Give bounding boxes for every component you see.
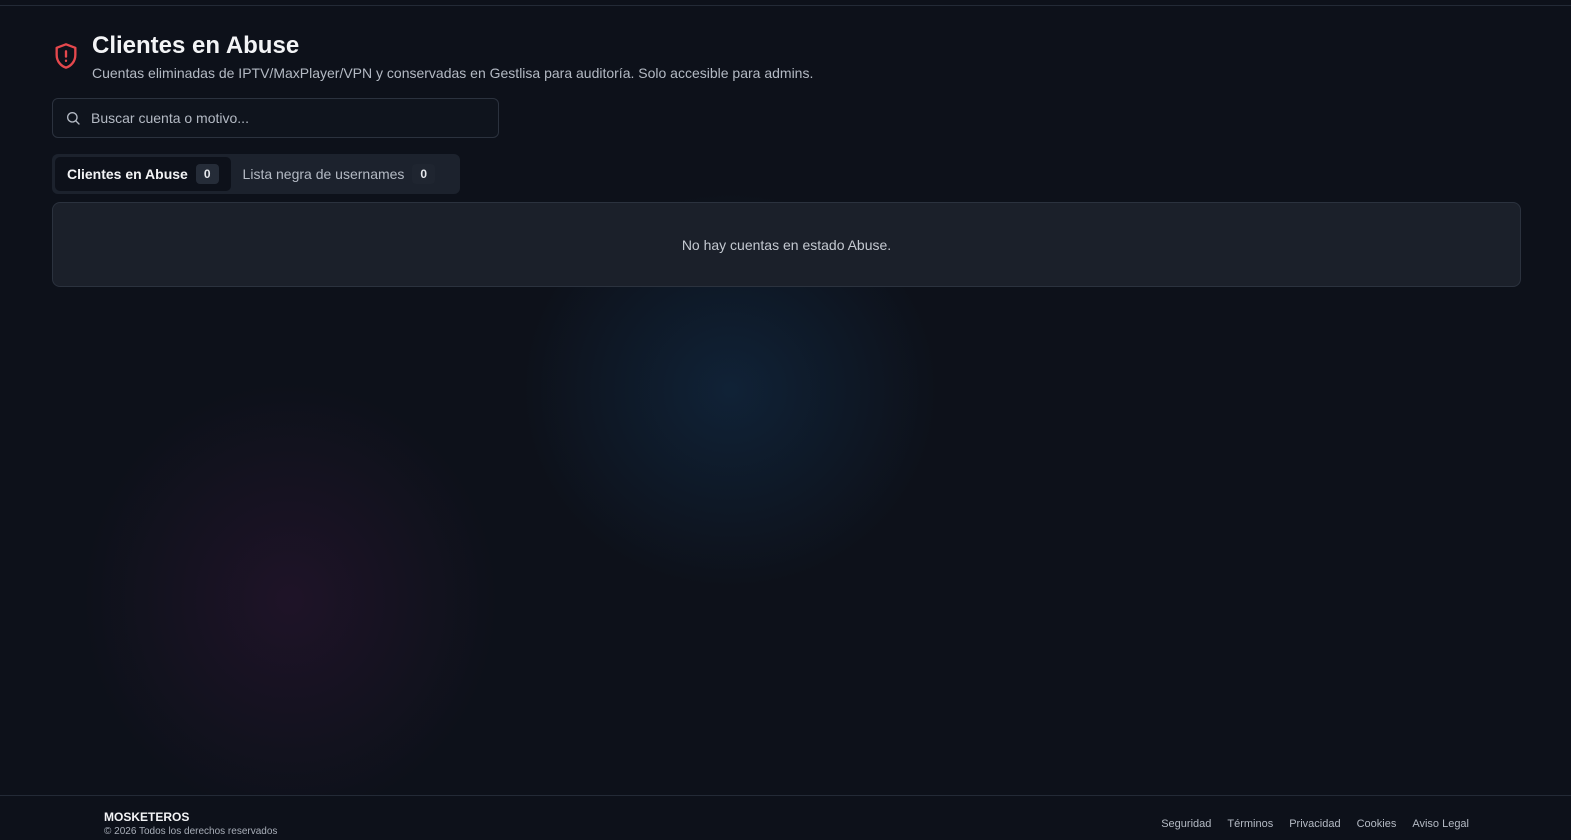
background-glow-purple: [80, 380, 500, 820]
count-badge: 0: [195, 164, 219, 184]
footer-link-privacidad[interactable]: Privacidad: [1289, 818, 1340, 830]
tab-label: Lista negra de usernames: [242, 166, 405, 182]
empty-state-panel: No hay cuentas en estado Abuse.: [52, 202, 1521, 287]
footer-link-seguridad[interactable]: Seguridad: [1161, 818, 1211, 830]
search-icon: [67, 112, 80, 125]
footer-link-aviso-legal[interactable]: Aviso Legal: [1412, 818, 1469, 830]
shield-alert-icon: [55, 43, 77, 69]
tab-bar: Clientes en Abuse 0 Lista negra de usern…: [52, 154, 461, 194]
page: Clientes en Abuse Cuentas eliminadas de …: [0, 0, 1571, 840]
search-box[interactable]: [52, 98, 499, 138]
tab-lista-negra-usernames[interactable]: Lista negra de usernames 0: [231, 157, 458, 191]
footer-link-cookies[interactable]: Cookies: [1357, 818, 1397, 830]
footer-link-terminos[interactable]: Términos: [1227, 818, 1273, 830]
tab-label: Clientes en Abuse: [67, 166, 188, 182]
page-subtitle: Cuentas eliminadas de IPTV/MaxPlayer/VPN…: [92, 65, 814, 81]
search-input[interactable]: [91, 110, 471, 126]
footer-copyright: © 2026 Todos los derechos reservados: [104, 826, 278, 837]
count-badge: 0: [412, 164, 436, 184]
footer: MOSKETEROS © 2026 Todos los derechos res…: [0, 795, 1571, 840]
footer-brand: MOSKETEROS: [104, 810, 190, 824]
header-text: Clientes en Abuse Cuentas eliminadas de …: [92, 32, 813, 82]
page-title: Clientes en Abuse: [92, 32, 300, 59]
top-divider: [0, 5, 1571, 6]
tab-clientes-en-abuse[interactable]: Clientes en Abuse 0: [55, 157, 231, 191]
page-header: Clientes en Abuse Cuentas eliminadas de …: [52, 32, 813, 82]
footer-links: Seguridad Términos Privacidad Cookies Av…: [1161, 818, 1469, 830]
empty-state-message: No hay cuentas en estado Abuse.: [681, 236, 892, 253]
